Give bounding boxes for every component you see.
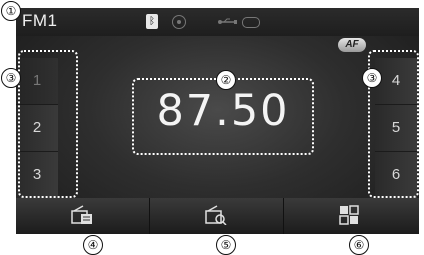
af-badge[interactable]: AF [338,38,366,52]
menu-grid-icon [339,205,359,225]
radio-list-icon [71,205,92,224]
band-mode-label[interactable]: FM1 [22,11,58,31]
callout-3-right: ③ [362,68,382,88]
bottom-toolbar [16,198,419,234]
battery-icon [242,17,260,28]
callout-1: ① [1,1,21,21]
bluetooth-icon: ᛒ [146,14,158,29]
callout-5: ⑤ [216,235,236,255]
usb-icon [218,18,237,24]
radio-screen: FM1 ᛒ AF 1 2 3 4 5 6 87.50 [16,8,419,234]
radio-list-button[interactable] [16,198,150,234]
radio-search-button[interactable] [150,198,284,234]
disc-icon [172,15,186,29]
radio-search-icon [205,205,227,225]
callout-2: ② [216,70,236,90]
callout-3-left: ③ [1,68,21,88]
callout-4: ④ [83,235,103,255]
presets-left-highlight [18,50,78,198]
menu-button[interactable] [284,198,417,234]
callout-6: ⑥ [349,235,369,255]
status-bar: FM1 ᛒ [16,8,419,36]
